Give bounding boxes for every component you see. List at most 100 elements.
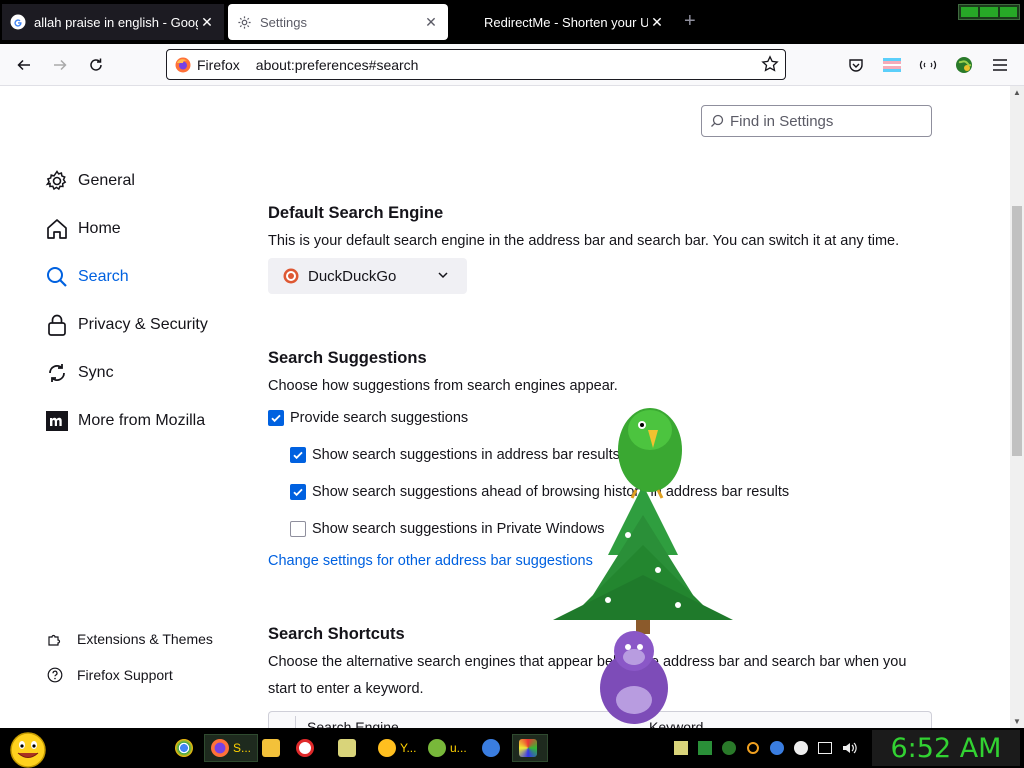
taskbar-yandex[interactable] bbox=[296, 734, 318, 762]
find-in-settings-input[interactable]: Find in Settings bbox=[701, 105, 932, 137]
url-text[interactable]: about:preferences#search bbox=[256, 57, 419, 73]
pocket-icon[interactable] bbox=[846, 55, 866, 75]
find-placeholder: Find in Settings bbox=[730, 112, 834, 130]
extension-globe-icon[interactable] bbox=[954, 55, 974, 75]
gear-icon bbox=[44, 168, 70, 194]
firefox-support-link[interactable]: Firefox Support bbox=[46, 666, 173, 684]
default-engine-dropdown[interactable]: DuckDuckGo bbox=[268, 258, 467, 294]
scroll-up-icon[interactable]: ▲ bbox=[1013, 88, 1021, 97]
search-shortcuts-heading: Search Shortcuts bbox=[268, 625, 405, 643]
taskbar-app-bonzi[interactable] bbox=[338, 734, 360, 762]
category-label: General bbox=[78, 172, 135, 189]
app-icon bbox=[519, 739, 537, 757]
category-home[interactable]: Home bbox=[44, 214, 121, 244]
suggestions-ahead-checkbox[interactable]: Show search suggestions ahead of browsin… bbox=[290, 484, 789, 500]
column-keyword[interactable]: Keyword bbox=[649, 719, 703, 728]
category-sync[interactable]: Sync bbox=[44, 358, 114, 388]
taskbar-browser[interactable] bbox=[482, 734, 504, 762]
taskbar-label: u... bbox=[450, 741, 467, 755]
close-tab-icon[interactable]: ✕ bbox=[648, 14, 666, 31]
tray-globe-icon[interactable] bbox=[721, 740, 737, 756]
tab-google-search[interactable]: allah praise in english - Google ✕ bbox=[2, 4, 224, 40]
provide-suggestions-checkbox[interactable]: Provide search suggestions bbox=[268, 410, 468, 426]
category-search[interactable]: Search bbox=[44, 262, 129, 292]
tray-tree-icon[interactable] bbox=[697, 740, 713, 756]
category-label: Privacy & Security bbox=[78, 316, 208, 333]
navigation-toolbar: Firefox about:preferences#search bbox=[0, 44, 1024, 86]
taskbar-chrome[interactable] bbox=[175, 734, 197, 762]
category-privacy-security[interactable]: Privacy & Security bbox=[44, 310, 208, 340]
checkbox-unchecked[interactable] bbox=[290, 521, 306, 537]
bookmark-star-icon[interactable] bbox=[761, 55, 779, 76]
window-controls[interactable] bbox=[958, 4, 1020, 20]
smiley-start-icon[interactable] bbox=[8, 730, 48, 768]
forward-button[interactable] bbox=[48, 53, 72, 77]
checkbox-checked[interactable] bbox=[268, 410, 284, 426]
category-general[interactable]: General bbox=[44, 166, 135, 196]
default-search-engine-desc: This is your default search engine in th… bbox=[268, 233, 900, 249]
tray-earth-icon[interactable] bbox=[769, 740, 785, 756]
lock-icon bbox=[44, 312, 70, 338]
checkbox-label: Show search suggestions ahead of browsin… bbox=[312, 484, 790, 500]
category-label: Search bbox=[78, 268, 129, 285]
page-scrollbar[interactable]: ▲ ▼ bbox=[1010, 86, 1024, 728]
new-tab-button[interactable]: + bbox=[684, 10, 696, 33]
identity-label: Firefox bbox=[197, 56, 240, 73]
extension-flag-icon[interactable] bbox=[882, 55, 902, 75]
puzzle-icon bbox=[46, 630, 64, 648]
tray-volume-icon[interactable] bbox=[841, 740, 857, 756]
category-more-from-mozilla[interactable]: More from Mozilla bbox=[44, 406, 205, 436]
taskbar-clock[interactable]: 6:52 AM bbox=[872, 730, 1020, 766]
checkbox-checked[interactable] bbox=[290, 447, 306, 463]
reload-button[interactable] bbox=[84, 53, 108, 77]
addressbar-suggestions-checkbox[interactable]: Show search suggestions in address bar r… bbox=[290, 447, 620, 463]
change-addressbar-settings-link[interactable]: Change settings for other address bar su… bbox=[268, 553, 593, 569]
close-tab-icon[interactable]: ✕ bbox=[422, 14, 440, 31]
tray-search-icon[interactable] bbox=[745, 740, 761, 756]
tab-settings[interactable]: Settings ✕ bbox=[228, 4, 448, 40]
mozilla-icon bbox=[44, 408, 70, 434]
column-search-engine[interactable]: Search Engine bbox=[307, 719, 399, 728]
url-bar[interactable]: Firefox about:preferences#search bbox=[166, 49, 786, 80]
taskbar-label: S... bbox=[233, 741, 252, 755]
extensions-themes-link[interactable]: Extensions & Themes bbox=[46, 630, 213, 648]
taskbar-label: Y... bbox=[400, 741, 417, 755]
firefox-icon bbox=[175, 57, 191, 72]
taskbar-app-colorful[interactable] bbox=[512, 734, 548, 762]
private-suggestions-checkbox[interactable]: Show search suggestions in Private Windo… bbox=[290, 521, 605, 537]
search-shortcuts-desc-1: Choose the alternative search engines th… bbox=[268, 654, 907, 670]
checkbox-label: Show search suggestions in Private Windo… bbox=[312, 521, 605, 537]
tray-app-icon[interactable] bbox=[673, 740, 689, 756]
browser-icon bbox=[482, 739, 500, 757]
sync-icon bbox=[44, 360, 70, 386]
tray-network-icon[interactable] bbox=[817, 740, 833, 756]
google-icon bbox=[10, 14, 26, 30]
category-label: Sync bbox=[78, 364, 114, 381]
scroll-thumb[interactable] bbox=[1012, 206, 1022, 456]
tray-minus-icon[interactable] bbox=[793, 740, 809, 756]
tab-title: RedirectMe - Shorten your URL bbox=[484, 14, 648, 30]
menu-icon[interactable] bbox=[990, 55, 1010, 75]
extension-radio-icon[interactable] bbox=[918, 55, 938, 75]
tab-redirectme[interactable]: RedirectMe - Shorten your URL ✕ bbox=[452, 4, 674, 40]
search-suggestions-desc: Choose how suggestions from search engin… bbox=[268, 378, 618, 394]
taskbar-utorrent[interactable]: u... bbox=[428, 734, 467, 762]
search-shortcuts-desc-2: start to enter a keyword. bbox=[268, 681, 424, 697]
search-icon bbox=[44, 264, 70, 290]
taskbar-yahoo[interactable]: Y... bbox=[378, 734, 416, 762]
scroll-down-icon[interactable]: ▼ bbox=[1013, 717, 1021, 726]
tab-title: allah praise in english - Google bbox=[34, 14, 198, 30]
back-button[interactable] bbox=[12, 53, 36, 77]
taskbar-firefox[interactable]: S... bbox=[204, 734, 259, 762]
folder-icon bbox=[262, 739, 280, 757]
selected-engine: DuckDuckGo bbox=[308, 267, 397, 285]
identity-box[interactable]: Firefox bbox=[167, 50, 248, 79]
gear-icon bbox=[236, 14, 252, 30]
tab-strip: allah praise in english - Google ✕ Setti… bbox=[0, 0, 1024, 44]
checkbox-checked[interactable] bbox=[290, 484, 306, 500]
close-tab-icon[interactable]: ✕ bbox=[198, 14, 216, 31]
taskbar-folder[interactable] bbox=[262, 734, 284, 762]
emoji-icon bbox=[378, 739, 396, 757]
help-icon bbox=[46, 666, 64, 684]
tab-title: Settings bbox=[260, 14, 307, 30]
